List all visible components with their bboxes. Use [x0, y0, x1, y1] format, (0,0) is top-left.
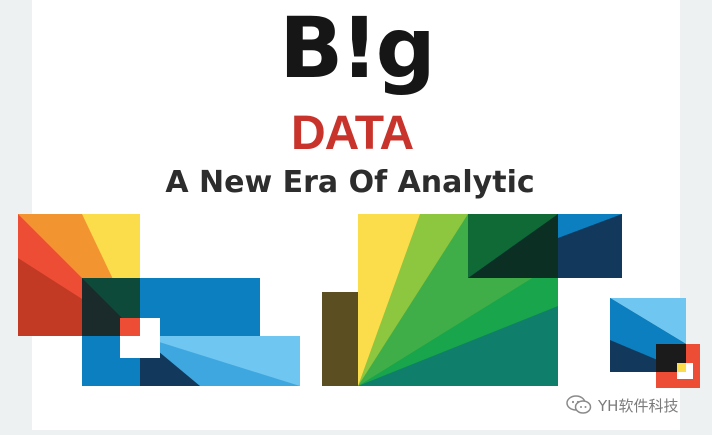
watermark: YH软件科技 [566, 393, 678, 417]
wechat-icon [566, 395, 592, 414]
center-artwork-group [322, 214, 622, 386]
watermark-text: YH软件科技 [598, 396, 679, 415]
right-artwork-group [610, 298, 700, 388]
center-olive-bar [322, 292, 360, 386]
geometric-artwork [18, 214, 700, 388]
left-red-pixel [120, 318, 140, 336]
left-artwork-group [18, 214, 300, 386]
right-yellow-pixel [677, 363, 686, 372]
